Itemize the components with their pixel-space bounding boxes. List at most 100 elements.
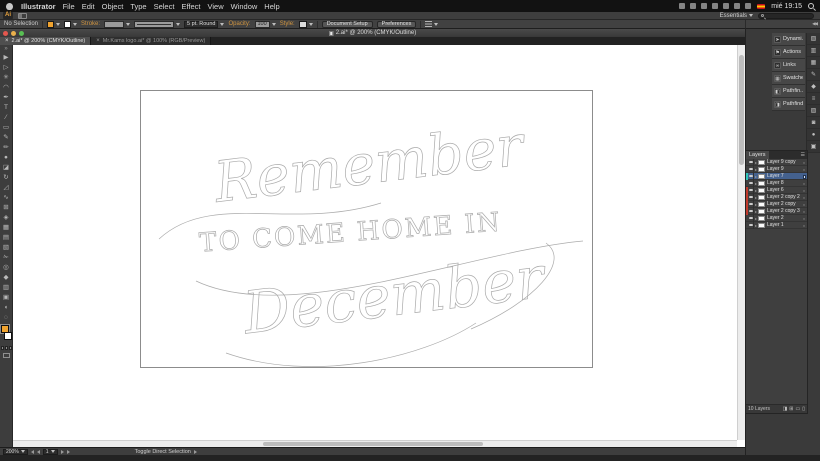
selection-tool[interactable]: ▶ [0,53,13,63]
stroke-color-well[interactable] [3,332,12,340]
apple-icon[interactable] [6,2,13,10]
gradient-tool[interactable]: ▧ [0,243,13,253]
panel-menu-icon[interactable]: ☰ [801,152,807,158]
airport-icon[interactable] [701,3,708,9]
rectangle-tool[interactable]: ▭ [0,123,13,133]
screen-mode-button[interactable] [2,353,10,358]
battery-icon[interactable] [679,3,686,9]
toolbar-collapse-chevron[interactable]: » [4,45,7,53]
scale-tool[interactable]: ◿ [0,183,13,193]
brush-definition-dropdown[interactable]: 5 pt. Round [184,20,224,28]
symbol-sprayer-tool[interactable]: ◆ [0,273,13,283]
panel-button-pathfinder-truncated[interactable]: ◧ Pathfin... [772,85,805,98]
draw-inside-button[interactable] [8,346,12,350]
direct-selection-tool[interactable]: ▷ [0,63,13,73]
draw-behind-button[interactable] [4,346,8,350]
gradient-icon[interactable]: ▨ [807,105,820,117]
eyedropper-tool[interactable]: ✁ [0,253,13,263]
layer-name[interactable]: Layer 6 [765,187,801,193]
opacity-field[interactable]: 100 [254,20,276,28]
minimize-window-button[interactable] [11,30,16,36]
free-transform-tool[interactable]: ⊞ [0,203,13,213]
preferences-button[interactable]: Preferences [376,20,417,28]
menu-item-edit[interactable]: Edit [82,2,95,11]
displays-icon[interactable] [745,3,752,9]
swatches-icon[interactable]: ▦ [807,57,820,69]
layer-name[interactable]: Layer 2 copy [765,201,801,207]
close-tab-icon[interactable]: × [5,38,9,44]
stroke-weight-field[interactable] [104,20,130,28]
search-input[interactable] [758,12,814,19]
target-circle-icon[interactable]: ○ [801,202,807,207]
artboard[interactable]: Remember TO COME HOME IN December [140,90,593,368]
workspace-switcher[interactable]: Essentials [720,13,753,19]
target-circle-icon[interactable]: ○ [801,209,807,214]
brushes-icon[interactable]: ✎ [807,69,820,81]
menu-item-select[interactable]: Select [154,2,175,11]
perspective-grid-tool[interactable]: ▦ [0,223,13,233]
target-circle-icon[interactable]: ○ [801,223,807,228]
vertical-scrollbar[interactable] [737,45,745,440]
horizontal-scrollbar-thumb[interactable] [263,442,483,446]
menubar-clock[interactable]: mié 19:15 [771,3,802,10]
magic-wand-tool[interactable]: ✳ [0,73,13,83]
layer-row[interactable]: ▸ Layer 2 copy 3 ○ [746,207,807,215]
color-icon[interactable]: ▧ [807,33,820,45]
menu-item-type[interactable]: Type [130,2,146,11]
previous-artboard-arrow-icon[interactable] [36,449,40,454]
bluetooth-icon[interactable] [690,3,697,9]
layer-name[interactable]: Layer 2 [765,215,801,221]
menu-item-effect[interactable]: Effect [181,2,200,11]
menu-item-object[interactable]: Object [102,2,124,11]
delete-layer-icon[interactable]: ▯ [802,406,805,412]
appearance-icon[interactable]: ● [807,129,820,141]
layer-row[interactable]: ▸ Layer 9 copy ○ [746,158,807,166]
layer-name[interactable]: Layer 2 copy 3 [765,208,801,214]
style-swatch-dropdown[interactable] [298,20,313,28]
layer-row[interactable]: ▸ Layer 2 copy 2 ○ [746,193,807,201]
document-tab-active[interactable]: × 2.ai* @ 200% (CMYK/Outline) [0,37,92,45]
target-circle-icon[interactable]: ○ [801,188,807,193]
eraser-tool[interactable]: ◪ [0,163,13,173]
dock-collapse-button[interactable]: ◀◀ [745,20,820,29]
draw-normal-button[interactable] [0,346,4,350]
color-guide-icon[interactable]: ▥ [807,45,820,57]
document-tab-inactive[interactable]: × Mr.Kams logo.ai* @ 100% (RGB/Preview) [91,37,212,45]
layer-row[interactable]: ▸ Layer 2 ○ [746,214,807,222]
hand-tool[interactable]: ◖ [0,303,13,313]
layer-row[interactable]: ▸ Layer 8 ○ [746,179,807,187]
stroke-icon[interactable]: ≡ [807,93,820,105]
variable-width-profile-dropdown[interactable] [134,20,180,28]
blob-brush-tool[interactable]: ● [0,153,13,163]
spotlight-icon[interactable] [808,3,814,9]
transparency-icon[interactable]: ◙ [807,117,820,129]
first-artboard-arrow-icon[interactable] [30,449,34,454]
panel-button-swatches[interactable]: ▦Swatches [772,72,805,85]
time-machine-icon[interactable] [734,3,741,9]
close-window-button[interactable] [3,30,8,36]
arrange-documents-icon[interactable] [18,12,27,19]
layer-row[interactable]: ▸ Layer 6 ○ [746,186,807,194]
artboard-navigation-dropdown[interactable]: 1 [42,448,58,455]
shape-builder-tool[interactable]: ◈ [0,213,13,223]
target-circle-icon[interactable]: ○ [801,181,807,186]
target-circle-icon[interactable]: ○ [801,160,807,165]
keychain-icon[interactable] [712,3,719,9]
zoom-window-button[interactable] [19,30,24,36]
width-tool[interactable]: ∿ [0,193,13,203]
layer-name[interactable]: Layer 2 copy 2 [765,194,801,200]
target-circle-icon[interactable]: ○ [801,195,807,200]
layer-name[interactable]: Layer 8 [765,180,801,186]
align-options-dropdown[interactable] [425,21,438,27]
blend-tool[interactable]: ◎ [0,263,13,273]
target-circle-icon[interactable]: ○ [801,167,807,172]
panel-button-pathfinder[interactable]: ◨Pathfinder [772,98,805,111]
layer-row[interactable]: ▸ Layer 2 copy ○ [746,200,807,208]
mesh-tool[interactable]: ▤ [0,233,13,243]
make-clipping-mask-icon[interactable]: ◨ [783,406,788,412]
layer-row[interactable]: ▸ Layer 1 ○ [746,221,807,229]
vertical-scrollbar-thumb[interactable] [739,55,744,165]
artboard-tool[interactable]: ▣ [0,293,13,303]
target-circle-icon[interactable]: ○ [801,216,807,221]
type-tool[interactable]: T [0,103,13,113]
